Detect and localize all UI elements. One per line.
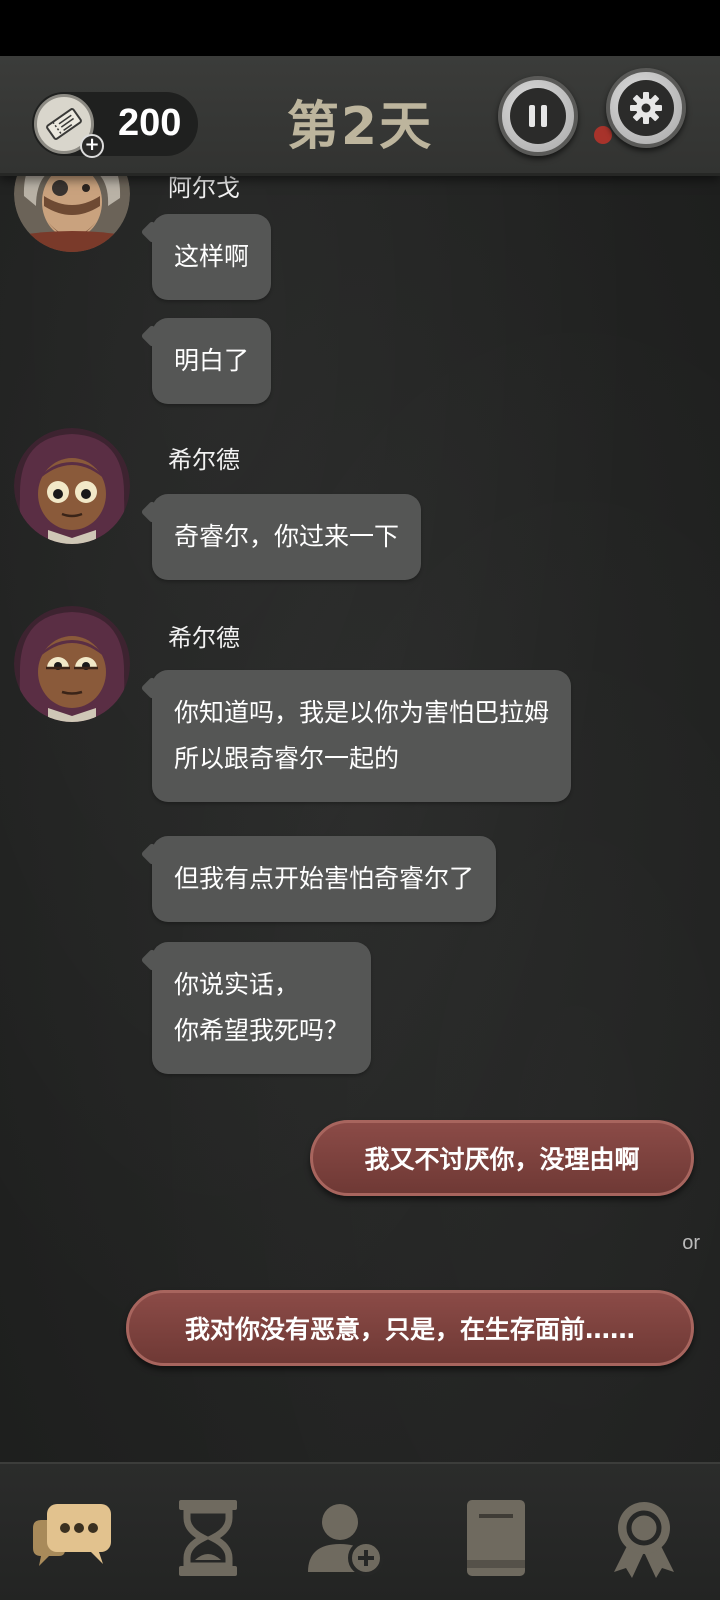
- pause-icon: [510, 88, 566, 144]
- achievement-medal-icon: [614, 1502, 674, 1578]
- avatar-hilde[interactable]: [14, 428, 130, 544]
- message-text: 这样啊: [174, 242, 250, 271]
- settings-button[interactable]: [606, 68, 686, 148]
- sender-name: 阿尔戈: [168, 176, 240, 202]
- sender-name: 希尔德: [168, 446, 240, 474]
- hourglass-icon: [179, 1500, 237, 1576]
- nav-hourglass[interactable]: [160, 1490, 256, 1586]
- or-label: or: [682, 1232, 700, 1254]
- bottom-nav: [0, 1462, 720, 1600]
- message-bubble: 奇睿尔，你过来一下: [152, 494, 422, 580]
- pause-button[interactable]: [498, 76, 578, 156]
- gear-icon: [618, 80, 674, 136]
- notification-dot: [594, 126, 612, 144]
- sender-name: 希尔德: [168, 624, 240, 652]
- book-icon: [467, 1500, 525, 1576]
- reply-choice-2[interactable]: 我对你没有恶意，只是，在生存面前……: [126, 1290, 694, 1366]
- top-bar: + 200 第2天: [0, 56, 720, 176]
- message-text-line: 你希望我死吗？: [174, 1016, 350, 1045]
- avatar-hilde[interactable]: [14, 606, 130, 722]
- message-bubble: 你说实话， 你希望我死吗？: [152, 942, 372, 1074]
- chat-log[interactable]: 阿尔戈 这样啊 明白了 希尔德 奇睿尔，你过来一下 希尔德 你知道吗，我是以你为…: [0, 176, 720, 1462]
- message-bubble: 这样啊: [152, 214, 272, 300]
- message-text-line: 你知道吗，我是以你为害怕巴拉姆: [174, 698, 550, 727]
- message-text-line: 所以跟奇睿尔一起的: [174, 744, 400, 773]
- message-text: 明白了: [174, 346, 250, 375]
- nav-achievements[interactable]: [596, 1490, 692, 1586]
- add-person-icon: [308, 1504, 384, 1576]
- message-bubble: 但我有点开始害怕奇睿尔了: [152, 836, 497, 922]
- nav-add-person[interactable]: [296, 1490, 392, 1586]
- status-bar: [0, 0, 720, 56]
- nav-book[interactable]: [448, 1490, 544, 1586]
- message-text-line: 你说实话，: [174, 970, 300, 999]
- avatar-argo[interactable]: [14, 176, 130, 252]
- nav-chat[interactable]: [24, 1490, 120, 1586]
- message-text: 但我有点开始害怕奇睿尔了: [174, 864, 475, 893]
- chat-bubbles-icon: [33, 1504, 111, 1566]
- message-text: 奇睿尔，你过来一下: [174, 522, 400, 551]
- message-bubble: 明白了: [152, 318, 272, 404]
- message-bubble: 你知道吗，我是以你为害怕巴拉姆 所以跟奇睿尔一起的: [152, 670, 572, 802]
- reply-choice-1[interactable]: 我又不讨厌你，没理由啊: [310, 1120, 694, 1196]
